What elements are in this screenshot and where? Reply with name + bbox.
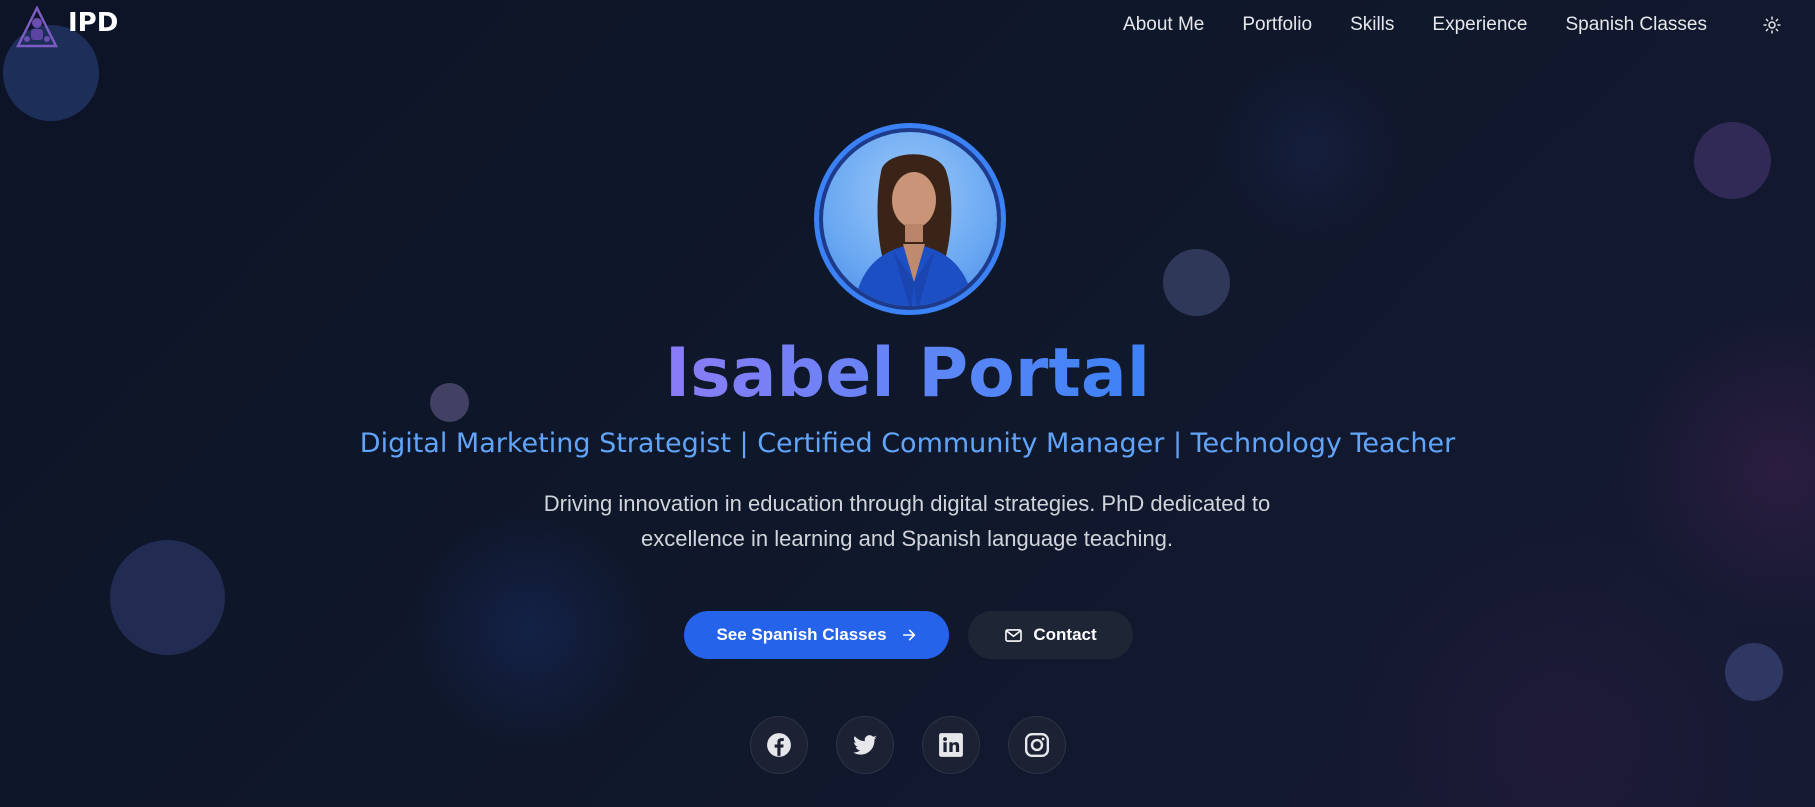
twitter-link[interactable] — [836, 716, 894, 774]
hero-section: Isabel Portal Digital Marketing Strategi… — [0, 0, 1815, 807]
linkedin-link[interactable] — [922, 716, 980, 774]
mail-icon — [1004, 626, 1023, 645]
instagram-icon — [1024, 732, 1050, 758]
portrait-image — [854, 154, 974, 306]
nav-experience[interactable]: Experience — [1432, 14, 1527, 36]
nav-spanish-classes[interactable]: Spanish Classes — [1565, 14, 1707, 36]
contact-button[interactable]: Contact — [968, 611, 1133, 659]
brand-name: IPD — [68, 8, 119, 38]
see-spanish-classes-button[interactable]: See Spanish Classes — [684, 611, 949, 659]
hero-description: Driving innovation in education through … — [543, 491, 1271, 551]
theme-toggle-button[interactable] — [1761, 14, 1783, 36]
hero-name: Isabel Portal — [0, 332, 1815, 416]
triangle-logo-icon — [16, 6, 58, 48]
top-navbar: IPD About Me Portfolio Skills Experience… — [0, 0, 1815, 50]
see-spanish-classes-label: See Spanish Classes — [716, 625, 887, 644]
hero-name-text: Isabel Portal — [664, 334, 1151, 413]
nav-about-me[interactable]: About Me — [1123, 14, 1204, 36]
hero-subtitle: Digital Marketing Strategist | Certified… — [359, 428, 1456, 459]
sun-icon — [1763, 16, 1781, 34]
social-links — [750, 716, 1066, 774]
profile-avatar — [814, 123, 1006, 315]
nav-portfolio[interactable]: Portfolio — [1242, 14, 1312, 36]
facebook-link[interactable] — [750, 716, 808, 774]
main-nav: About Me Portfolio Skills Experience Spa… — [1123, 14, 1815, 36]
instagram-link[interactable] — [1008, 716, 1066, 774]
linkedin-icon — [939, 733, 963, 757]
brand-link[interactable]: IPD — [0, 2, 118, 48]
contact-label: Contact — [1033, 625, 1097, 644]
nav-skills[interactable]: Skills — [1350, 14, 1394, 36]
arrow-right-icon — [901, 627, 917, 643]
twitter-icon — [853, 735, 877, 755]
facebook-icon — [767, 733, 791, 757]
